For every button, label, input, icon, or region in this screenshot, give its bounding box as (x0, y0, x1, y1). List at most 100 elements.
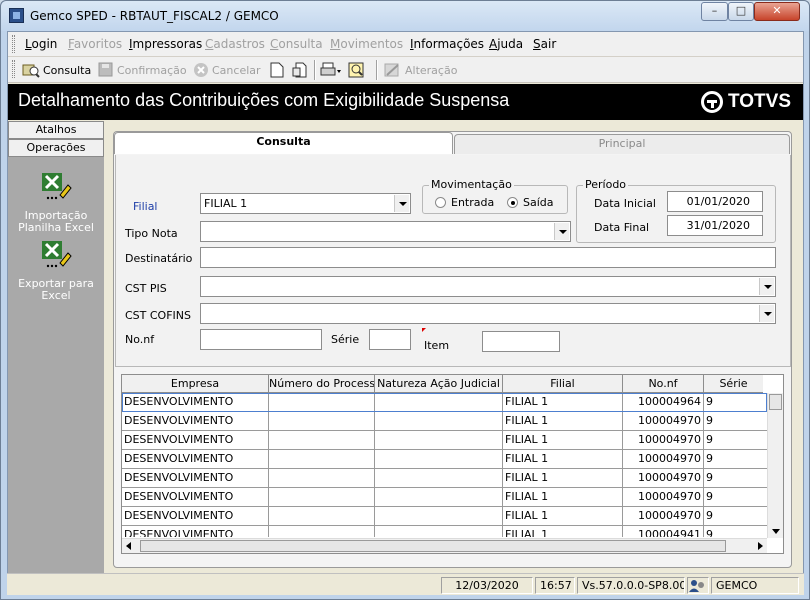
tab-consulta[interactable]: Consulta (114, 132, 453, 154)
serie-field[interactable] (369, 329, 411, 350)
confirmacao-label: Confirmação (117, 63, 187, 77)
filter-form: Filial FILIAL 1 Movimentação Entrada Saí… (115, 155, 791, 367)
vertical-scrollbar[interactable] (767, 393, 783, 538)
results-grid[interactable]: Empresa Número do Processo Natureza Ação… (121, 374, 784, 554)
radio-entrada-indicator (435, 197, 446, 208)
chevron-down-icon[interactable] (759, 278, 774, 295)
page-header: Detalhamento das Contribuições com Exigi… (8, 84, 803, 120)
alteracao-button[interactable]: Alteração (384, 61, 457, 79)
scroll-down-icon[interactable] (772, 529, 780, 534)
menu-cadastros[interactable]: Cadastros (205, 37, 265, 51)
data-final-field[interactable]: 31/01/2020 (667, 215, 763, 236)
table-cell: FILIAL 1 (503, 412, 623, 430)
sidebar-tab-atalhos[interactable]: Atalhos (8, 121, 104, 139)
scroll-left-icon[interactable] (126, 542, 131, 550)
chevron-down-icon[interactable] (759, 305, 774, 322)
table-row[interactable]: DESENVOLVIMENTO FILIAL 1 100004941 9 (122, 526, 767, 537)
menu-sair[interactable]: Sair (533, 37, 556, 51)
table-row[interactable]: DESENVOLVIMENTO FILIAL 1 100004970 9 (122, 469, 767, 488)
table-cell (269, 412, 375, 430)
column-header-serie[interactable]: Série (704, 375, 763, 393)
print-preview-icon (348, 62, 364, 78)
tipo-nota-select[interactable] (200, 221, 571, 242)
totvs-logo-text: TOTVS (728, 91, 791, 112)
menu-consulta[interactable]: Consulta (270, 37, 323, 51)
data-inicial-label: Data Inicial (594, 197, 656, 210)
menu-login[interactable]: Login (25, 37, 57, 51)
table-cell: 100004970 (623, 488, 704, 506)
table-row[interactable]: DESENVOLVIMENTO FILIAL 1 100004964 9 (122, 393, 767, 412)
table-cell: DESENVOLVIMENTO (122, 507, 269, 525)
table-row[interactable]: DESENVOLVIMENTO FILIAL 1 100004970 9 (122, 507, 767, 526)
toolbar: Consulta Confirmação Cancelar Alteração (8, 57, 803, 83)
save-icon (98, 62, 113, 77)
print-preview-button[interactable] (348, 61, 369, 79)
nonf-field[interactable] (200, 329, 322, 350)
horizontal-scrollbar[interactable] (122, 538, 767, 553)
sidebar-item-exportar[interactable]: Exportar para Excel (8, 239, 104, 302)
totvs-mark-icon (701, 91, 723, 113)
new-document-button[interactable] (270, 61, 287, 79)
radio-entrada[interactable]: Entrada (435, 196, 494, 209)
maximize-button[interactable]: □ (728, 2, 754, 21)
tab-principal[interactable]: Principal (454, 134, 790, 154)
table-cell (269, 526, 375, 537)
open-document-button[interactable] (292, 61, 311, 79)
cst-pis-select[interactable] (200, 276, 776, 297)
destinatario-field[interactable] (200, 247, 776, 268)
table-cell: DESENVOLVIMENTO (122, 431, 269, 449)
column-header-nonf[interactable]: No.nf (623, 375, 704, 393)
data-inicial-field[interactable]: 01/01/2020 (667, 191, 763, 212)
column-header-numero-processo[interactable]: Número do Processo (269, 375, 375, 393)
menu-ajuda[interactable]: Ajuda (489, 37, 523, 51)
sidebar: Atalhos Operações Importação Planilha Ex… (8, 121, 104, 575)
table-cell: FILIAL 1 (503, 526, 623, 537)
table-row[interactable]: DESENVOLVIMENTO FILIAL 1 100004970 9 (122, 488, 767, 507)
table-cell: 100004970 (623, 507, 704, 525)
column-header-empresa[interactable]: Empresa (122, 375, 269, 393)
table-cell: 9 (706, 414, 713, 427)
table-row[interactable]: DESENVOLVIMENTO FILIAL 1 100004970 9 (122, 412, 767, 431)
scroll-right-icon[interactable] (758, 542, 763, 550)
table-cell (375, 450, 503, 468)
horizontal-scroll-thumb[interactable] (140, 540, 726, 552)
printer-icon (320, 62, 341, 76)
vertical-scroll-thumb[interactable] (769, 394, 782, 410)
print-button[interactable] (320, 61, 345, 79)
confirmacao-button[interactable]: Confirmação (98, 61, 187, 79)
menu-favoritos[interactable]: Favoritos (68, 37, 122, 51)
column-header-natureza-acao[interactable]: Natureza Ação Judicial (375, 375, 503, 393)
toolbar-separator (376, 60, 378, 80)
menu-impressoras[interactable]: Impressoras (129, 37, 202, 51)
close-button[interactable]: ✕ (754, 2, 800, 21)
filial-select[interactable]: FILIAL 1 (200, 193, 411, 214)
sidebar-tab-operacoes[interactable]: Operações (8, 139, 104, 157)
radio-saida[interactable]: Saída (507, 196, 554, 209)
nonf-label: No.nf (125, 333, 155, 346)
item-field[interactable] (482, 331, 560, 352)
status-company: GEMCO (711, 577, 799, 594)
table-row[interactable]: DESENVOLVIMENTO FILIAL 1 100004970 9 (122, 431, 767, 450)
status-time: 16:57 (535, 577, 575, 594)
table-row[interactable]: DESENVOLVIMENTO FILIAL 1 100004970 9 (122, 450, 767, 469)
consulta-button[interactable]: Consulta (22, 61, 91, 79)
cst-pis-label: CST PIS (125, 282, 167, 295)
title-bar[interactable]: Gemco SPED - RBTAUT_FISCAL2 / GEMCO – □ … (1, 1, 809, 31)
minimize-button[interactable]: – (701, 2, 728, 21)
consulta-icon (22, 64, 40, 78)
grid-header: Empresa Número do Processo Natureza Ação… (122, 375, 763, 393)
sidebar-item-importacao[interactable]: Importação Planilha Excel (8, 171, 104, 234)
table-cell: 100004964 (623, 393, 704, 411)
cst-cofins-select[interactable] (200, 303, 776, 324)
column-header-filial[interactable]: Filial (503, 375, 623, 393)
table-cell: DESENVOLVIMENTO (122, 412, 269, 430)
table-cell (269, 450, 375, 468)
chevron-down-icon[interactable] (554, 223, 569, 240)
menu-grip (12, 35, 15, 53)
menu-informacoes[interactable]: Informações (410, 37, 484, 51)
menu-movimentos[interactable]: Movimentos (330, 37, 403, 51)
table-cell: 100004941 (623, 526, 704, 537)
chevron-down-icon[interactable] (394, 195, 409, 212)
status-user-icon-cell (687, 577, 709, 594)
cancelar-button[interactable]: Cancelar (193, 61, 261, 79)
